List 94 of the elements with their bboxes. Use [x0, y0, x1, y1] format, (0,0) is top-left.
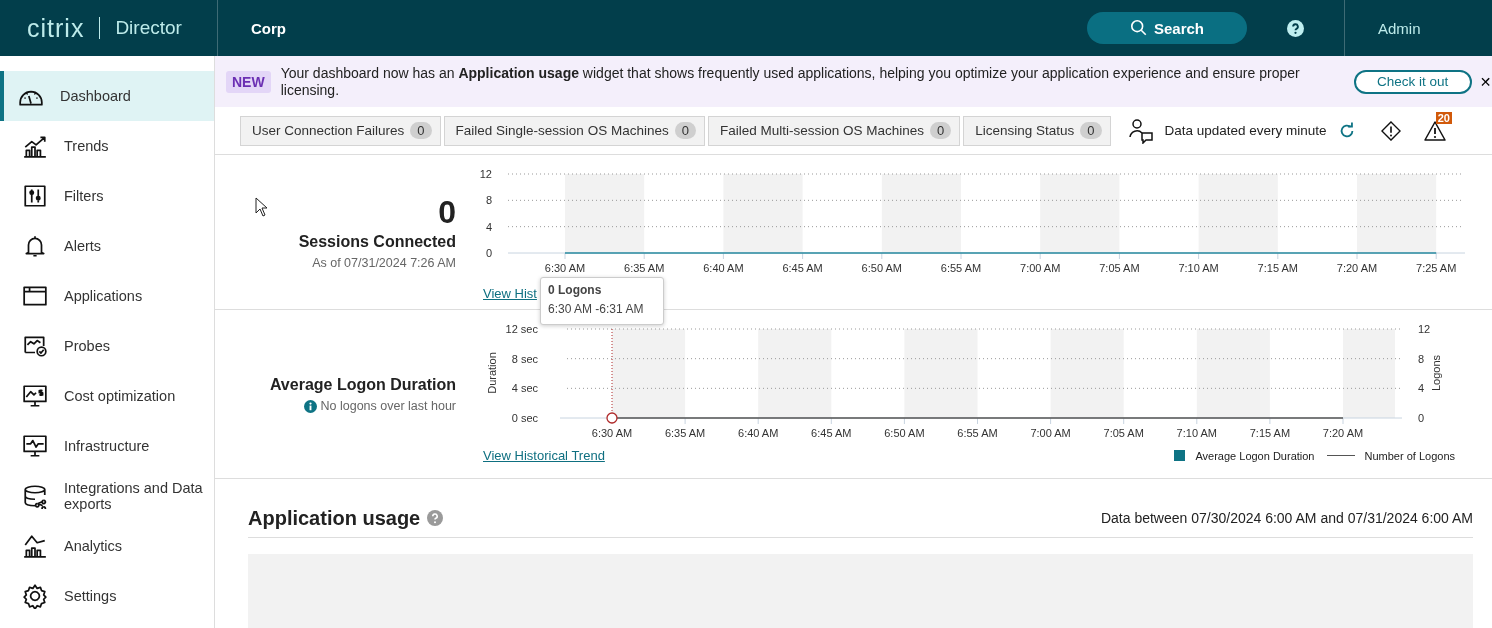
search-button[interactable]: Search	[1087, 12, 1247, 44]
status-tab[interactable]: Licensing Status 0	[963, 115, 1111, 146]
alert-count-badge: 20	[1435, 111, 1452, 124]
x-tick-label: 6:35 AM	[624, 262, 665, 274]
new-badge: NEW	[226, 70, 271, 93]
sidebar-item[interactable]: Probes	[0, 321, 214, 371]
x-tick-label: 6:50 AM	[861, 262, 902, 274]
close-button[interactable]: ✕	[1479, 73, 1492, 90]
logo: citrix	[27, 13, 85, 43]
x-tick-label: 7:05 AM	[1099, 262, 1140, 274]
x-tick-label: 7:15 AM	[1249, 427, 1291, 439]
view-trend-link[interactable]: View Hist	[483, 286, 537, 301]
diamond-warning-icon[interactable]	[1380, 120, 1401, 141]
sidebar-item[interactable]: Cost optimization	[0, 371, 214, 421]
x-tick-label: 7:15 AM	[1257, 262, 1298, 274]
sessions-title: Sessions Connected	[298, 233, 456, 251]
sidebar-item[interactable]: Trends	[0, 121, 214, 171]
view-trend-link[interactable]: View Historical Trend	[483, 448, 605, 463]
x-tick-label: 6:55 AM	[957, 427, 998, 439]
help-icon[interactable]	[1287, 19, 1304, 37]
legend-label: Average Logon Duration	[1195, 449, 1315, 462]
y-tick-label: 12	[1418, 323, 1431, 335]
tooltip-range: 6:30 AM -6:31 AM	[548, 302, 645, 316]
y-tick-label: 0 sec	[511, 412, 538, 424]
sidebar-item[interactable]: Integrations and Data exports	[0, 471, 214, 521]
warning-icon[interactable]	[1423, 120, 1446, 141]
status-tab[interactable]: User Connection Failures 0	[240, 115, 441, 146]
x-tick-label: 6:55 AM	[940, 262, 982, 274]
check-it-out-button[interactable]: Check it out	[1353, 69, 1472, 94]
y-tick-label: 8	[1418, 352, 1425, 365]
y-tick-label: 0	[485, 247, 492, 259]
x-tick-label: 7:00 AM	[1030, 427, 1071, 439]
x-tick-label: 7:25 AM	[1416, 262, 1457, 274]
sidebar-item[interactable]: Dashboard	[0, 71, 214, 121]
x-tick-label: 6:30 AM	[591, 427, 633, 439]
y-tick-label: 12	[479, 168, 492, 180]
sliders-icon	[22, 183, 48, 209]
monitor-pulse-icon	[22, 433, 48, 459]
x-tick-label: 6:40 AM	[738, 427, 779, 439]
y-tick-label: 4	[485, 220, 492, 233]
y-tick-label: 4 sec	[511, 382, 538, 395]
info-icon	[303, 399, 317, 413]
section-title: Application usage	[248, 506, 421, 530]
product-name: Director	[115, 17, 182, 39]
sessions-count: 0	[438, 193, 456, 231]
banner-message: Your dashboard now has an Application usage widget that shows frequently used applications, helping you optimize your application experience and ensure proper licensing.	[280, 64, 1301, 99]
update-interval-text: Data updated every minute	[1164, 123, 1327, 138]
tooltip-title: 0 Logons	[548, 283, 603, 297]
x-tick-label: 7:10 AM	[1176, 427, 1217, 439]
trend-chart-icon	[22, 133, 48, 159]
database-share-icon	[22, 483, 48, 509]
bell-icon	[22, 233, 48, 259]
x-tick-label: 6:45 AM	[811, 427, 852, 439]
sidebar-item[interactable]: Alerts	[0, 221, 214, 271]
sidebar-item[interactable]: Settings	[0, 571, 214, 621]
settings-icon	[22, 583, 48, 609]
x-tick-label: 7:05 AM	[1103, 427, 1144, 439]
x-tick-label: 6:30 AM	[544, 262, 586, 274]
as-of-text: As of 07/31/2024 7:26 AM	[312, 256, 456, 270]
y-tick-label: 8 sec	[511, 352, 538, 365]
y-tick-label: 12 sec	[505, 323, 538, 335]
monitor-dollar-icon	[22, 383, 48, 409]
y-tick-label: 8	[485, 194, 492, 207]
y-tick-label: 4	[1418, 382, 1425, 395]
y-tick-label: 0	[1418, 412, 1425, 424]
sidebar-item[interactable]: Infrastructure	[0, 421, 214, 471]
axis-title: Logons	[1430, 354, 1442, 392]
analytics-chart-icon	[22, 533, 48, 559]
sidebar-item[interactable]: Applications	[0, 271, 214, 321]
legend-line	[1326, 454, 1355, 457]
x-tick-label: 7:10 AM	[1178, 262, 1219, 274]
cursor-icon	[255, 197, 269, 217]
date-range-text: Data between 07/30/2024 6:00 AM and 07/31/2024 6:00 AM	[1100, 510, 1473, 526]
legend-label: Number of Logons	[1364, 449, 1455, 462]
user-feedback-icon[interactable]	[1127, 117, 1154, 144]
window-icon	[22, 283, 48, 309]
x-tick-label: 6:50 AM	[884, 427, 925, 439]
user-menu[interactable]: Admin	[1378, 19, 1492, 37]
x-tick-label: 7:00 AM	[1020, 262, 1061, 274]
sidebar-item[interactable]: Filters	[0, 171, 214, 221]
status-tab[interactable]: Failed Multi-session OS Machines 0	[707, 115, 961, 146]
x-tick-label: 6:45 AM	[782, 262, 823, 274]
monitor-check-icon	[22, 333, 48, 359]
x-tick-label: 6:40 AM	[703, 262, 744, 274]
x-tick-label: 7:20 AM	[1336, 262, 1378, 274]
no-logons-note: No logons over last hour	[320, 399, 456, 413]
logon-title: Average Logon Duration	[269, 376, 456, 394]
search-icon	[1129, 19, 1148, 37]
status-tab[interactable]: Failed Single-session OS Machines 0	[443, 115, 705, 146]
x-tick-label: 7:20 AM	[1322, 427, 1364, 439]
site-name: Corp	[251, 19, 286, 37]
x-tick-label: 6:35 AM	[664, 427, 706, 439]
axis-title: Duration	[486, 352, 498, 394]
sidebar-item[interactable]: Analytics	[0, 521, 214, 571]
